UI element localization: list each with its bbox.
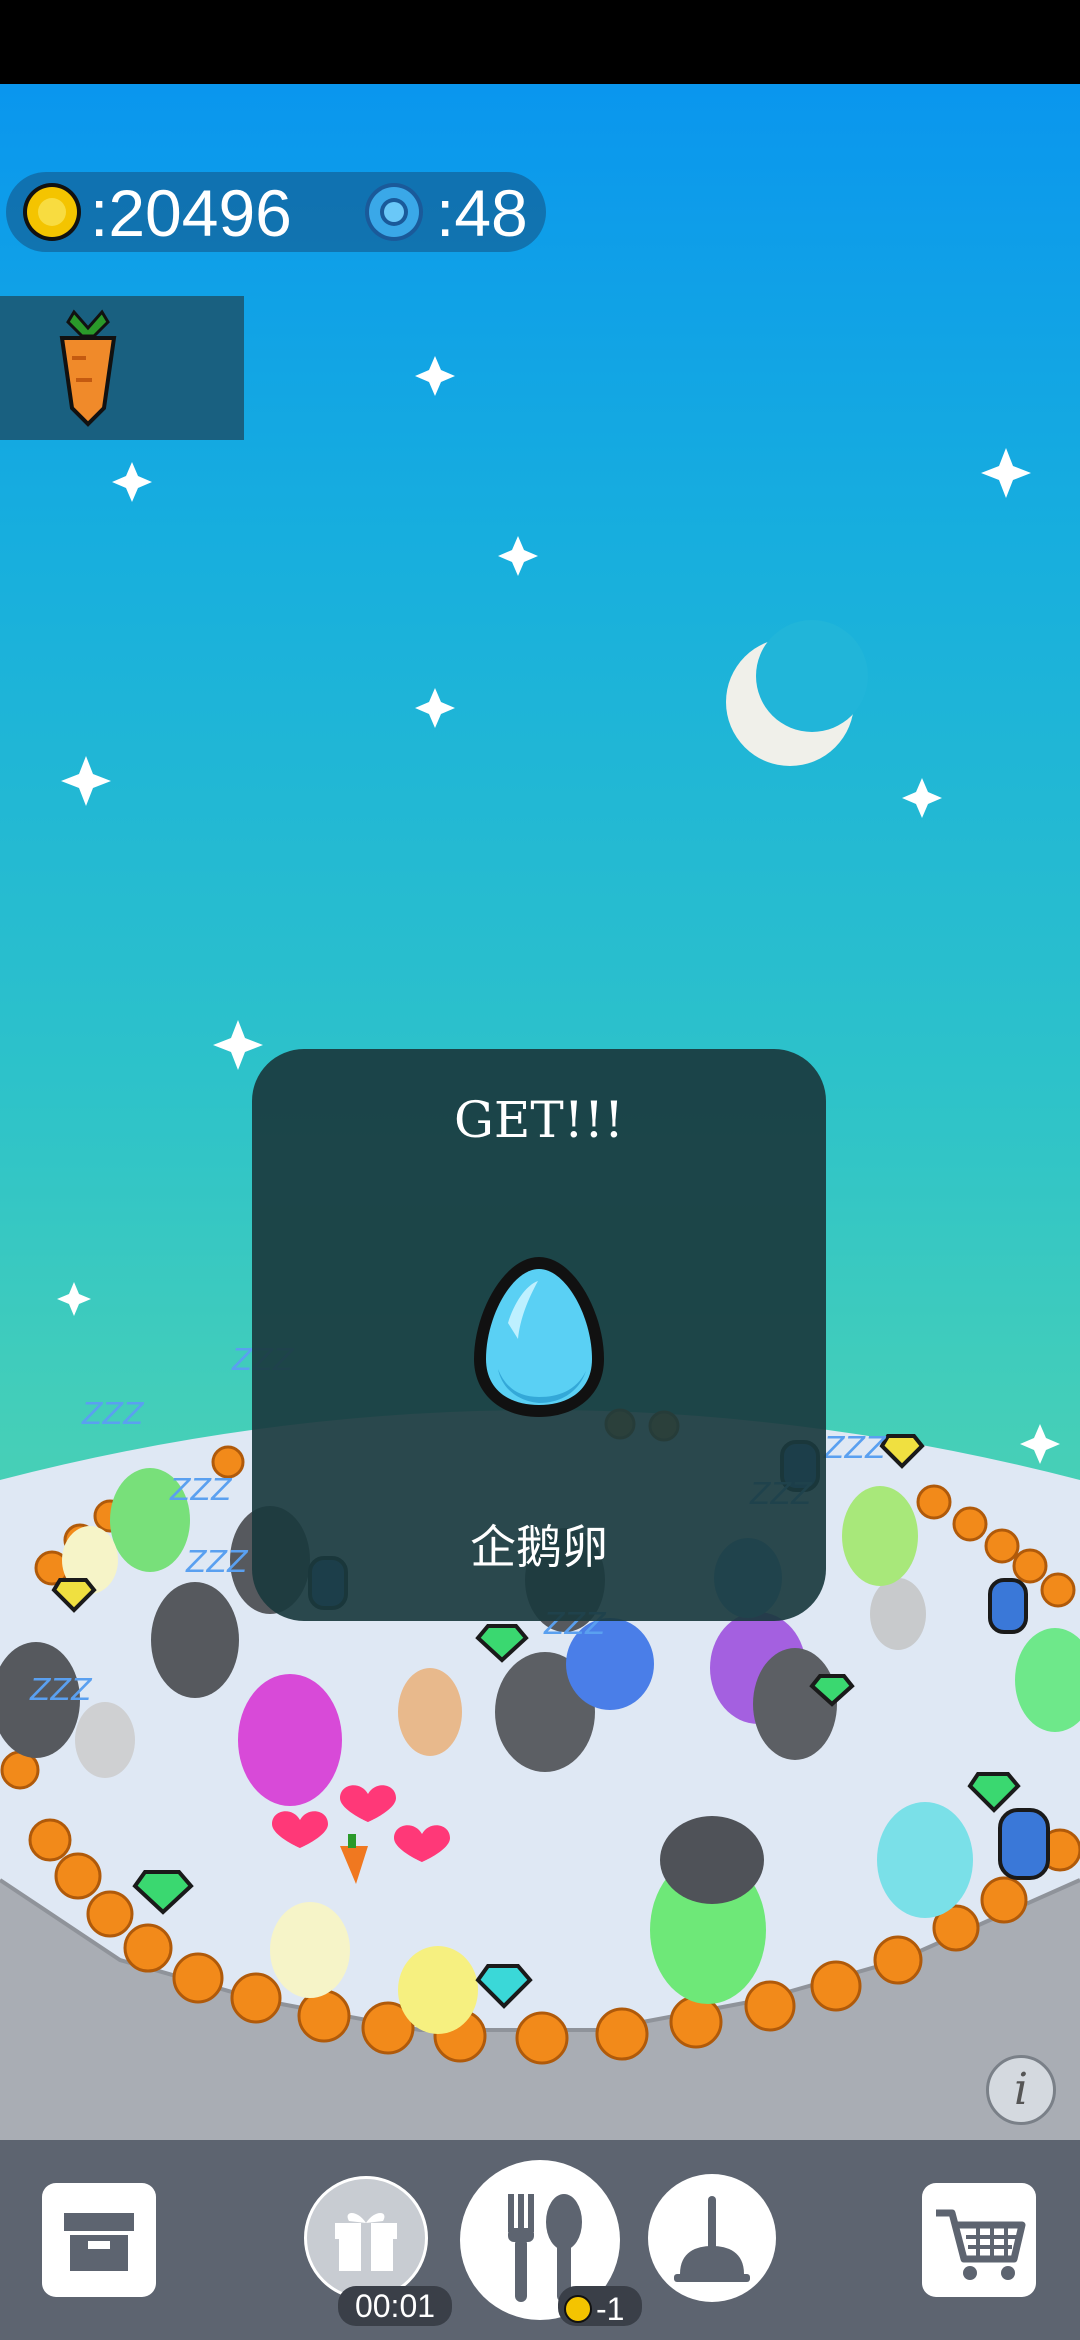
gem-count: :48: [436, 176, 528, 250]
food-slot[interactable]: [0, 296, 244, 440]
blue-egg-icon: [474, 1257, 604, 1417]
svg-text:ZZZ: ZZZ: [823, 1431, 887, 1466]
coin-icon: [564, 2294, 592, 2323]
svg-text:ZZZ: ZZZ: [29, 1673, 93, 1708]
moon-icon: [726, 620, 868, 766]
feed-cost-value: -1: [596, 2290, 625, 2327]
storage-box-icon: [64, 2213, 134, 2271]
gift-timer: 00:01: [338, 2286, 452, 2326]
plunger-icon: [674, 2196, 750, 2282]
svg-text:ZZZ: ZZZ: [81, 1397, 145, 1432]
coin-icon: [23, 183, 81, 241]
modal-title: GET!!!: [453, 1091, 625, 1149]
status-bar: [0, 0, 1080, 84]
carrot-icon: [59, 309, 117, 427]
shopping-cart-icon: [936, 2209, 1026, 2280]
clean-button[interactable]: [648, 2174, 776, 2302]
gift-button[interactable]: [304, 2176, 428, 2300]
storage-box-button[interactable]: [42, 2183, 156, 2297]
svg-text:ZZZ: ZZZ: [169, 1473, 233, 1508]
gift-icon: [335, 2213, 397, 2271]
info-button[interactable]: i: [986, 2055, 1056, 2125]
svg-text:ZZZ: ZZZ: [185, 1545, 249, 1580]
shop-button[interactable]: [922, 2183, 1036, 2297]
reward-modal[interactable]: GET!!! 企鹅卵: [252, 1049, 826, 1621]
coin-count: :20496: [90, 176, 292, 250]
gem-currency-icon: [365, 183, 423, 241]
currency-bar: :20496 :48: [6, 172, 546, 252]
feed-cost: -1: [558, 2286, 642, 2327]
modal-item-name: 企鹅卵: [470, 1520, 608, 1574]
